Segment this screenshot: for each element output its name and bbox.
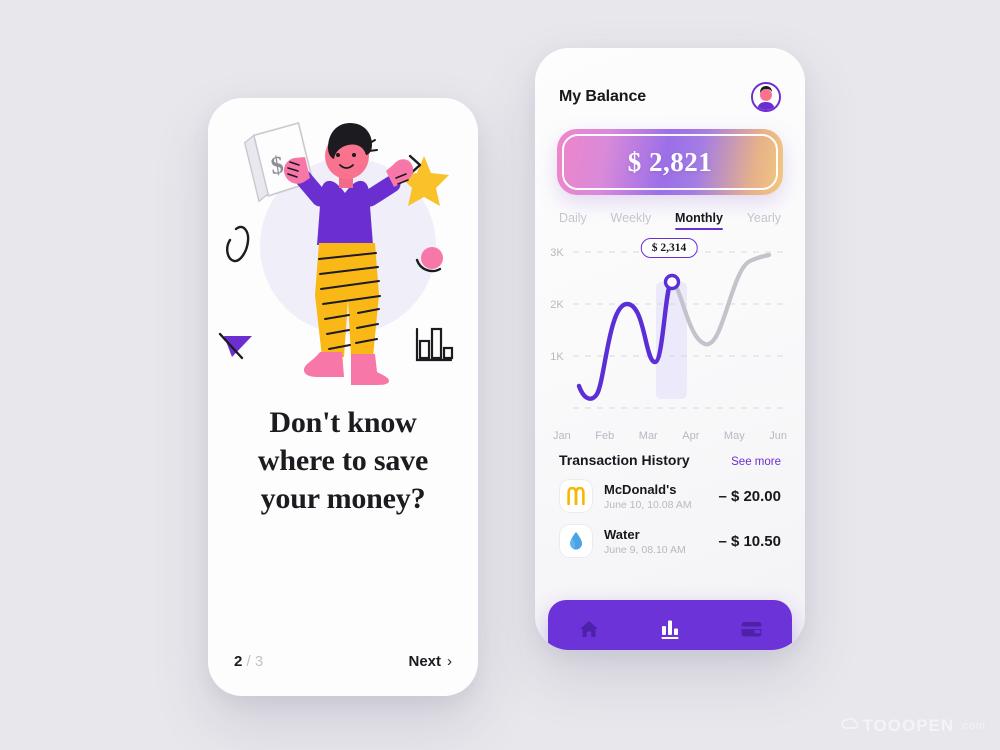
nav-wallet[interactable] — [727, 611, 775, 650]
tab-weekly[interactable]: Weekly — [611, 211, 652, 230]
page-separator: / — [242, 653, 255, 670]
water-droplet-icon — [559, 524, 593, 558]
bottom-navigation — [548, 600, 792, 650]
transaction-history-header: Transaction History See more — [535, 444, 805, 468]
x-label-may: May — [723, 430, 745, 442]
tab-monthly[interactable]: Monthly — [675, 211, 723, 230]
user-avatar[interactable] — [751, 82, 781, 112]
transaction-date: June 9, 08.10 AM — [604, 543, 686, 556]
chart-tooltip: $ 2,314 — [640, 238, 698, 258]
svg-text:3K: 3K — [550, 247, 564, 259]
svg-text:2K: 2K — [550, 299, 564, 311]
svg-text:1K: 1K — [550, 351, 564, 363]
watermark-suffix: .com — [958, 720, 986, 732]
transaction-date: June 10, 10.08 AM — [604, 498, 692, 511]
x-label-jun: Jun — [769, 430, 787, 442]
wallet-header: My Balance — [535, 48, 805, 112]
watermark-text: TOOOPEN — [862, 716, 955, 735]
onboarding-illustration: $ — [208, 98, 478, 398]
onboarding-phone: $ Don't know where to save your money? 2… — [208, 98, 478, 696]
mcdonalds-arches-icon — [559, 479, 593, 513]
bar-chart-icon — [658, 617, 682, 646]
tab-yearly[interactable]: Yearly — [747, 211, 781, 230]
home-icon — [578, 618, 600, 645]
nav-home[interactable] — [565, 611, 613, 650]
table-row[interactable]: McDonald's June 10, 10.08 AM – $ 20.00 — [535, 468, 805, 513]
transaction-name: McDonald's — [604, 481, 677, 497]
x-label-feb: Feb — [595, 430, 615, 442]
table-row[interactable]: Water June 9, 08.10 AM – $ 10.50 — [535, 513, 805, 558]
chevron-right-icon: › — [447, 653, 452, 670]
watermark: TOOOPEN .com — [841, 716, 986, 736]
transaction-info: Water June 9, 08.10 AM — [604, 527, 718, 556]
see-more-link[interactable]: See more — [731, 456, 781, 468]
tab-daily[interactable]: Daily — [559, 211, 587, 230]
watermark-logo-icon — [841, 716, 860, 736]
x-label-jan: Jan — [553, 430, 571, 442]
transaction-amount: – $ 20.00 — [718, 487, 781, 505]
transaction-amount: – $ 10.50 — [718, 532, 781, 550]
wallet-title: My Balance — [559, 88, 647, 105]
transaction-history-title: Transaction History — [559, 452, 690, 468]
period-tabs: Daily Weekly Monthly Yearly — [535, 195, 805, 230]
onboarding-footer: 2 / 3 Next › — [208, 653, 478, 670]
balance-chart[interactable]: 3K 2K 1K $ 2,314 Jan Feb Mar Apr May Jun — [535, 234, 805, 444]
transaction-info: McDonald's June 10, 10.08 AM — [604, 482, 718, 511]
x-label-apr: Apr — [682, 430, 700, 442]
wallet-icon — [740, 619, 763, 644]
page-title: Don't know where to save your money? — [208, 404, 478, 517]
next-button-label: Next — [408, 653, 441, 670]
headline-line-2: where to save — [257, 443, 429, 477]
headline-line-3: your money? — [260, 481, 426, 515]
headline-line-1: Don't know — [269, 406, 417, 439]
nav-statistics[interactable] — [646, 611, 694, 650]
balance-amount: $ 2,821 — [627, 146, 713, 177]
next-button[interactable]: Next › — [408, 653, 452, 670]
balance-card-inner: $ 2,821 — [562, 134, 778, 190]
page-indicator: 2 / 3 — [234, 653, 263, 670]
chart-x-axis: Jan Feb Mar Apr May Jun — [535, 430, 805, 442]
balance-card[interactable]: $ 2,821 — [557, 129, 783, 195]
x-label-mar: Mar — [638, 430, 658, 442]
transaction-name: Water — [604, 526, 640, 542]
wallet-phone: My Balance $ 2,821 Daily Weekly Monthly … — [535, 48, 805, 650]
page-total: 3 — [254, 653, 264, 670]
